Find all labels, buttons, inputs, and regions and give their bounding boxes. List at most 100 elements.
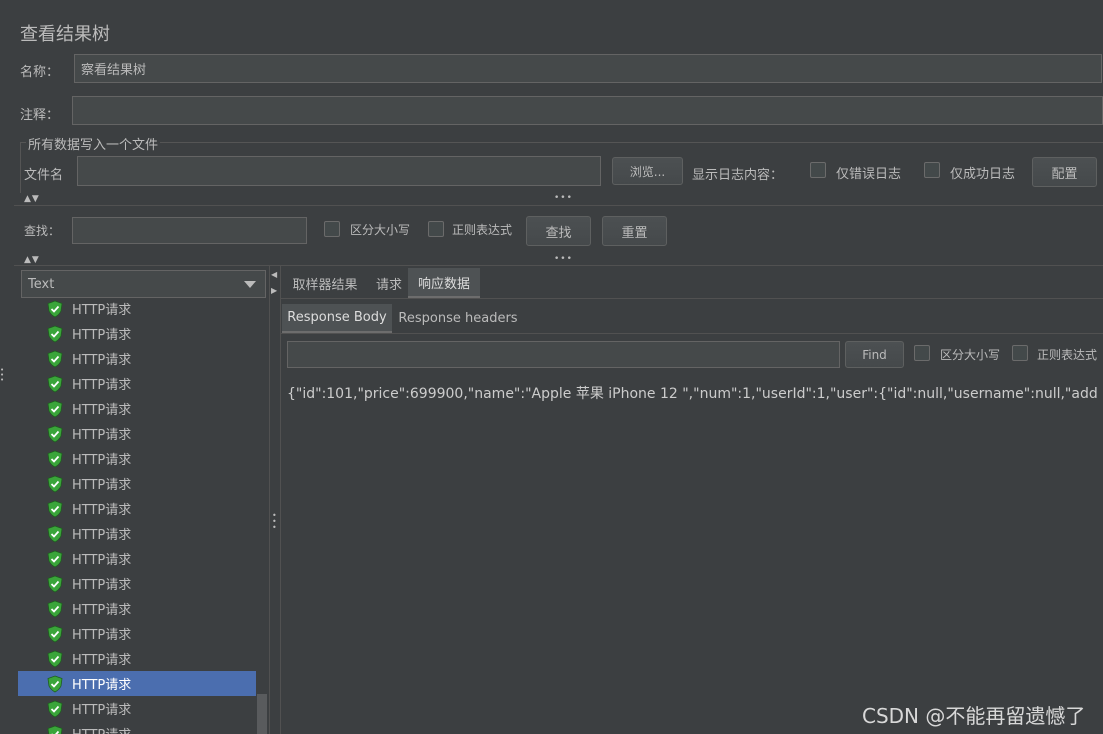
tab-response-headers[interactable]: Response headers [396,304,520,333]
tab-sampler-result[interactable]: 取样器结果 [284,268,366,298]
tree-item[interactable]: HTTP请求 [18,646,256,671]
tree-item[interactable]: HTTP请求 [18,621,256,646]
success-shield-icon [47,700,63,717]
regex-label: 正则表达式 [452,223,513,237]
tree-item[interactable]: HTTP请求 [18,300,256,321]
renderer-select-value: Text [28,276,55,292]
result-tabs-divider [281,298,1103,299]
search-label: 查找： [24,224,61,238]
success-shield-icon [47,675,63,692]
filename-input[interactable] [77,156,601,186]
tree-item[interactable]: HTTP请求 [18,546,256,571]
tab-response-data[interactable]: 响应数据 [408,268,480,298]
watermark: CSDN @不能再留遗憾了 [862,704,1086,728]
tree-item-label: HTTP请求 [72,303,132,318]
tree-item-label: HTTP请求 [72,403,132,418]
splitter-grip-icon[interactable]: ••• [554,254,573,264]
comment-input[interactable] [72,96,1103,125]
collapse-arrows-icon[interactable]: ▲▼ [24,255,40,265]
log-content-label: 显示日志内容： [692,168,784,183]
filename-label: 文件名 [24,168,64,183]
name-label: 名称： [20,65,60,80]
response-tabs-divider [281,333,1103,334]
tree-item[interactable]: HTTP请求 [18,571,256,596]
search-input[interactable] [72,217,307,244]
tab-label: 请求 [375,277,402,293]
tree-item-label: HTTP请求 [72,603,132,618]
tree-item[interactable]: HTTP请求 [18,671,256,696]
splitter-top[interactable] [14,205,1103,206]
expand-left-arrow-icon[interactable]: ◀ [271,270,278,279]
vertical-splitter[interactable] [269,266,270,734]
tree-item-label: HTTP请求 [72,428,132,443]
reset-button[interactable]: 重置 [602,216,667,246]
tree-item[interactable]: HTTP请求 [18,721,256,734]
success-shield-icon [47,300,63,317]
regex-checkbox[interactable] [428,221,444,237]
tab-label: 取样器结果 [292,277,358,293]
response-find-button[interactable]: Find [845,341,904,368]
errors-only-label: 仅错误日志 [836,167,902,182]
success-shield-icon [47,375,63,392]
splitter-grip-icon[interactable]: ••• [554,193,573,203]
case-sensitive-checkbox[interactable] [324,221,340,237]
vertical-splitter-right [280,266,281,734]
tree-item[interactable]: HTTP请求 [18,421,256,446]
splitter-middle[interactable] [14,265,1103,266]
tree-item[interactable]: HTTP请求 [18,446,256,471]
renderer-select[interactable]: Text [21,270,266,298]
tree-item-label: HTTP请求 [72,503,132,518]
response-body-text[interactable]: {"id":101,"price":699900,"name":"Apple 苹… [287,383,1099,403]
chevron-down-icon[interactable] [244,281,256,288]
tab-label: Response Body [287,310,387,325]
tree-item[interactable]: HTTP请求 [18,696,256,721]
tree-item-label: HTTP请求 [72,628,132,643]
tree-item-label: HTTP请求 [72,553,132,568]
tree-item-label: HTTP请求 [72,528,132,543]
success-shield-icon [47,325,63,342]
tab-label: Response headers [398,311,518,326]
tab-label: 响应数据 [417,276,470,292]
tree-item-label: HTTP请求 [72,678,132,693]
tree-item-label: HTTP请求 [72,453,132,468]
tree-item[interactable]: HTTP请求 [18,496,256,521]
collapse-arrows-icon[interactable]: ▲▼ [24,194,40,204]
tree-item-label: HTTP请求 [72,578,132,593]
vertical-grip-icon[interactable]: • • • [272,512,277,532]
tree-scrollbar[interactable] [257,694,267,734]
success-shield-icon [47,475,63,492]
success-shield-icon [47,625,63,642]
tree-item[interactable]: HTTP请求 [18,471,256,496]
find-button[interactable]: 查找 [526,216,591,246]
tree-item[interactable]: HTTP请求 [18,521,256,546]
success-shield-icon [47,400,63,417]
tab-request[interactable]: 请求 [370,268,408,298]
name-input[interactable]: 察看结果树 [74,54,1102,83]
response-find-input[interactable] [287,341,840,368]
success-shield-icon [47,650,63,667]
tab-response-body[interactable]: Response Body [282,304,392,333]
tree-item-label: HTTP请求 [72,724,131,734]
tree-item-label: HTTP请求 [72,328,132,343]
result-tree: HTTP请求 HTTP请求 HTTP请求 HTTP请求 HTTP请求 HTTP请求 HTTP… [14,300,270,734]
errors-only-checkbox[interactable] [810,162,826,178]
success-shield-icon [47,425,63,442]
response-regex-checkbox[interactable] [1012,345,1028,361]
tree-item[interactable]: HTTP请求 [18,596,256,621]
tree-item[interactable]: HTTP请求 [18,371,256,396]
success-only-checkbox[interactable] [924,162,940,178]
tree-item[interactable]: HTTP请求 [18,396,256,421]
response-case-sensitive-checkbox[interactable] [914,345,930,361]
left-edge-grip-icon[interactable]: • • • [0,367,4,384]
success-only-label: 仅成功日志 [950,167,1016,182]
expand-right-arrow-icon[interactable]: ▶ [271,286,278,295]
success-shield-icon [47,575,63,592]
config-button[interactable]: 配置 [1032,157,1097,187]
browse-button[interactable]: 浏览... [612,157,683,185]
success-shield-icon [47,725,63,734]
tree-item-label: HTTP请求 [72,378,132,393]
tree-item[interactable]: HTTP请求 [18,346,256,371]
tree-item[interactable]: HTTP请求 [18,321,256,346]
response-case-sensitive-label: 区分大小写 [940,348,1001,362]
comment-label: 注释： [20,108,60,123]
